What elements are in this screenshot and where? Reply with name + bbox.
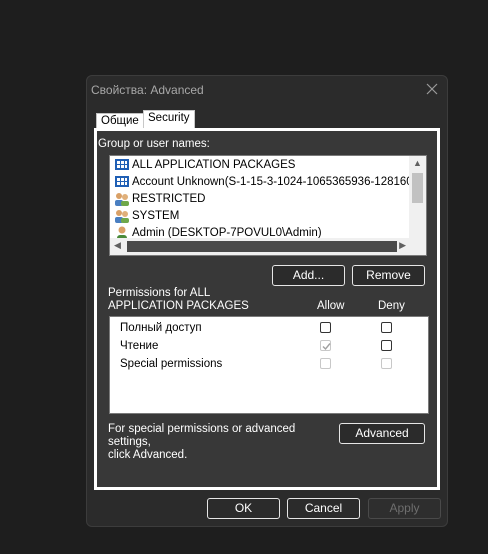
window-title: Свойства: Advanced xyxy=(91,83,204,97)
ok-button[interactable]: OK xyxy=(207,498,280,519)
apply-button[interactable]: Apply xyxy=(368,498,441,519)
permissions-list: Полный доступ Чтение Special permissions xyxy=(109,316,429,414)
scroll-left-icon[interactable]: ◀ xyxy=(114,240,121,251)
advanced-button[interactable]: Advanced xyxy=(339,423,425,444)
permissions-label: Permissions for ALL APPLICATION PACKAGES xyxy=(108,287,249,313)
principal-name: SYSTEM xyxy=(132,210,180,222)
allow-special-checkbox[interactable] xyxy=(320,358,331,369)
list-item[interactable]: SYSTEM xyxy=(114,208,179,224)
users-group-icon xyxy=(115,210,129,223)
principals-list[interactable]: ALL APPLICATION PACKAGES Account Unknown… xyxy=(109,155,427,256)
deny-full-control-checkbox[interactable] xyxy=(381,322,392,333)
horizontal-scroll-thumb[interactable] xyxy=(127,241,397,252)
horizontal-scrollbar[interactable]: ◀ ▶ xyxy=(110,238,426,255)
group-names-label: Group or user names: xyxy=(98,138,210,150)
permission-name: Полный доступ xyxy=(120,322,202,334)
checkmark-icon xyxy=(322,343,331,351)
list-item[interactable]: Account Unknown(S-1-15-3-1024-1065365936… xyxy=(114,174,427,190)
permissions-label-line2: APPLICATION PACKAGES xyxy=(108,300,249,312)
allow-read-checkbox[interactable] xyxy=(320,340,331,351)
remove-button[interactable]: Remove xyxy=(352,265,425,286)
principal-name: ALL APPLICATION PACKAGES xyxy=(132,159,296,171)
vertical-scroll-thumb[interactable] xyxy=(412,173,423,203)
close-button[interactable] xyxy=(423,80,441,98)
permissions-label-line1: Permissions for ALL xyxy=(108,287,211,299)
tab-security[interactable]: Security xyxy=(143,110,195,129)
advanced-hint: For special permissions or advanced sett… xyxy=(108,423,333,462)
tab-general[interactable]: Общие xyxy=(96,113,144,128)
close-icon xyxy=(426,83,438,95)
deny-special-checkbox[interactable] xyxy=(381,358,392,369)
users-group-icon xyxy=(115,193,129,206)
allow-full-control-checkbox[interactable] xyxy=(320,322,331,333)
principal-name: RESTRICTED xyxy=(132,193,206,205)
scroll-right-icon[interactable]: ▶ xyxy=(399,240,406,251)
vertical-scrollbar[interactable]: ▲ xyxy=(409,156,426,240)
advanced-hint-line2: click Advanced. xyxy=(108,449,188,461)
title-bar[interactable]: Свойства: Advanced xyxy=(87,76,447,102)
scroll-up-icon[interactable]: ▲ xyxy=(413,158,422,168)
deny-read-checkbox[interactable] xyxy=(381,340,392,351)
allow-column-header: Allow xyxy=(317,300,345,312)
deny-column-header: Deny xyxy=(378,300,405,312)
add-button[interactable]: Add... xyxy=(272,265,345,286)
app-packages-icon xyxy=(115,176,129,187)
permission-name: Special permissions xyxy=(120,358,223,370)
cancel-button[interactable]: Cancel xyxy=(287,498,360,519)
principal-name: Account Unknown(S-1-15-3-1024-1065365936… xyxy=(132,176,427,188)
permission-name: Чтение xyxy=(120,340,159,352)
list-item[interactable]: RESTRICTED xyxy=(114,191,205,207)
list-item[interactable]: ALL APPLICATION PACKAGES xyxy=(114,157,295,173)
app-packages-icon xyxy=(115,159,129,170)
properties-dialog: Свойства: Advanced Общие Security Group … xyxy=(86,75,448,527)
advanced-hint-line1: For special permissions or advanced sett… xyxy=(108,423,296,448)
